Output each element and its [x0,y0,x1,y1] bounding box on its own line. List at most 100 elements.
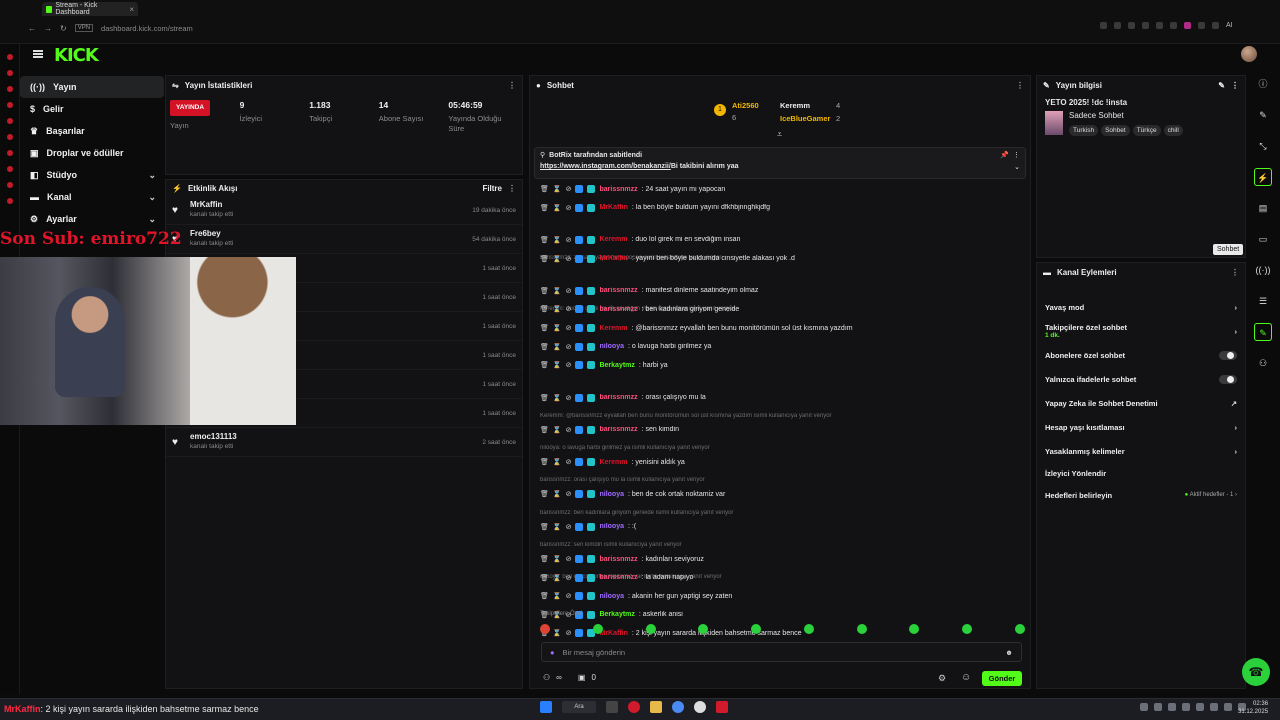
chat-username[interactable]: barissnmzz [599,186,637,193]
chat-message[interactable]: 🗑 ⌛ ⊘ barissnmzz: 24 saat yayın mı yapocan [540,185,1025,193]
chat-username[interactable]: Keremm [599,459,627,466]
chat-message[interactable]: 🗑 ⌛ ⊘ Berkaytmz: harbi ya [540,361,1025,370]
timeout-icon[interactable]: ⌛ [553,361,562,369]
chrome-icon[interactable] [672,701,684,713]
windows-start-icon[interactable] [540,701,552,713]
delete-icon[interactable]: 🗑 [540,426,549,434]
chat-username[interactable]: nilooya [599,343,624,350]
menu-icon[interactable] [1212,22,1219,29]
timeout-icon[interactable]: ⌛ [553,490,562,498]
microphone-icon[interactable]: ● [550,648,555,657]
document-icon[interactable]: ▤ [1254,199,1272,217]
reload-icon[interactable]: ↻ [60,24,67,33]
chat-message[interactable]: 🗑 ⌛ ⊘ Keremm: yenisini aldık ya [540,458,1025,467]
ban-icon[interactable]: ⊘ [566,204,572,212]
chat-users-icon[interactable]: ☺ [961,672,971,683]
emote-icon[interactable] [592,624,603,634]
chat-username[interactable]: Berkaytmz [599,362,634,369]
obs-icon[interactable] [694,701,706,713]
ban-icon[interactable]: ⊘ [566,255,572,263]
chat-username[interactable]: barissnmzz [599,306,637,313]
tray-icon[interactable] [1168,703,1176,711]
wrench-icon[interactable]: ✎ [1254,323,1272,341]
collapse-icon[interactable]: ⩡ [777,129,782,140]
ban-icon[interactable]: ⊘ [566,185,572,193]
close-tab-icon[interactable]: × [129,5,134,14]
volume-icon[interactable] [1210,703,1218,711]
sidebar-app-icon[interactable] [6,134,13,140]
action-banned-words[interactable]: Yasaklanmış kelimeler › [1037,439,1245,463]
delete-icon[interactable]: 🗑 [540,324,549,332]
task-view-icon[interactable] [606,701,618,713]
chat-username[interactable]: MrKaffin [599,204,627,211]
sidebar-app-icon[interactable] [6,86,13,92]
tray-icon[interactable] [1154,703,1162,711]
sidebar-item-kanal[interactable]: ▬ Kanal ⌄ [20,186,164,208]
opera-icon[interactable] [628,701,640,713]
chat-message[interactable]: 🗑 ⌛ ⊘ Berkaytmz: askerlik anisi [540,610,1025,619]
emote-icon[interactable] [698,624,709,634]
timeout-icon[interactable]: ⌛ [553,185,562,193]
chat-message[interactable]: 🗑 ⌛ ⊘ barissnmzz: orası çalışıyo mu la [540,393,1025,402]
more-options-icon[interactable]: ⋮ [1231,268,1239,277]
sidebar-item-yayin[interactable]: ((·)) Yayın [20,76,164,98]
emote-icon[interactable] [803,624,814,634]
ban-icon[interactable]: ⊘ [566,343,572,351]
chat-username[interactable]: nilooya [599,523,624,530]
sidebar-app-icon[interactable] [6,102,13,108]
more-options-icon[interactable]: ⋮ [508,184,516,193]
back-icon[interactable]: ← [28,24,36,33]
delete-icon[interactable]: 🗑 [540,185,549,193]
tray-icon[interactable] [1182,703,1190,711]
delete-icon[interactable]: 🗑 [540,236,549,244]
toggle-switch[interactable] [1219,374,1237,384]
heart-icon[interactable] [1170,22,1177,29]
timeout-icon[interactable]: ⌛ [553,204,562,212]
more-options-icon[interactable]: ⋮ [508,81,516,90]
browser-tab[interactable]: Stream - Kick Dashboard × [42,2,138,16]
shield-icon[interactable] [1142,22,1149,29]
delete-icon[interactable]: 🗑 [540,305,549,313]
sidebar-app-icon[interactable] [6,70,13,76]
chat-icon[interactable]: ▭ [1254,230,1272,248]
tray-icon[interactable] [1140,703,1148,711]
delete-icon[interactable]: 🗑 [540,287,549,295]
list-icon[interactable]: ☰ [1254,292,1272,310]
vpn-badge[interactable]: VPN [74,24,94,32]
ban-icon[interactable]: ⊘ [566,426,572,434]
users-icon[interactable]: ⚇ [1254,354,1272,372]
zoom-icon[interactable] [1100,22,1107,29]
more-options-icon[interactable]: ⋮ [1013,151,1020,159]
timeout-icon[interactable]: ⌛ [553,255,562,263]
ban-icon[interactable]: ⊘ [566,592,572,600]
delete-icon[interactable]: 🗑 [540,574,549,582]
timeout-icon[interactable]: ⌛ [553,574,562,582]
delete-icon[interactable]: 🗑 [540,523,549,531]
chat-username[interactable]: nilooya [599,593,624,600]
ban-icon[interactable]: ⊘ [566,523,572,531]
ai-button[interactable]: AI [1226,22,1233,29]
sidebar-item-droplar[interactable]: ▣ Droplar ve ödüller [20,142,164,164]
action-raid[interactable]: İzleyici Yönlendir [1037,463,1245,483]
bolt-icon[interactable]: ⚡ [1254,168,1272,186]
sidebar-app-icon[interactable] [6,54,13,60]
extension-icon[interactable] [1184,22,1191,29]
hamburger-menu-icon[interactable] [33,50,43,58]
sidebar-app-icon[interactable] [6,166,13,172]
timeout-icon[interactable]: ⌛ [553,343,562,351]
action-account-age[interactable]: Hesap yaşı kısıtlaması › [1037,415,1245,439]
emote-icon[interactable] [909,624,920,634]
info-icon[interactable]: ⓘ [1254,75,1272,93]
chat-username[interactable]: Keremm [599,236,627,243]
sidebar-app-icon[interactable] [6,182,13,188]
app-icon[interactable] [716,701,728,713]
ban-icon[interactable]: ⊘ [566,574,572,582]
send-button[interactable]: Gönder [982,671,1022,686]
delete-icon[interactable]: 🗑 [540,361,549,369]
timeout-icon[interactable]: ⌛ [553,458,562,466]
unpin-icon[interactable]: 📌 [1000,151,1009,159]
broadcast-icon[interactable]: ((·)) [1254,261,1272,279]
kick-logo[interactable]: KICK [54,45,99,66]
delete-icon[interactable]: 🗑 [540,458,549,466]
chat-message[interactable]: 🗑 ⌛ ⊘ nilooya: o lavuga harbi girilmez ya [540,342,1025,351]
